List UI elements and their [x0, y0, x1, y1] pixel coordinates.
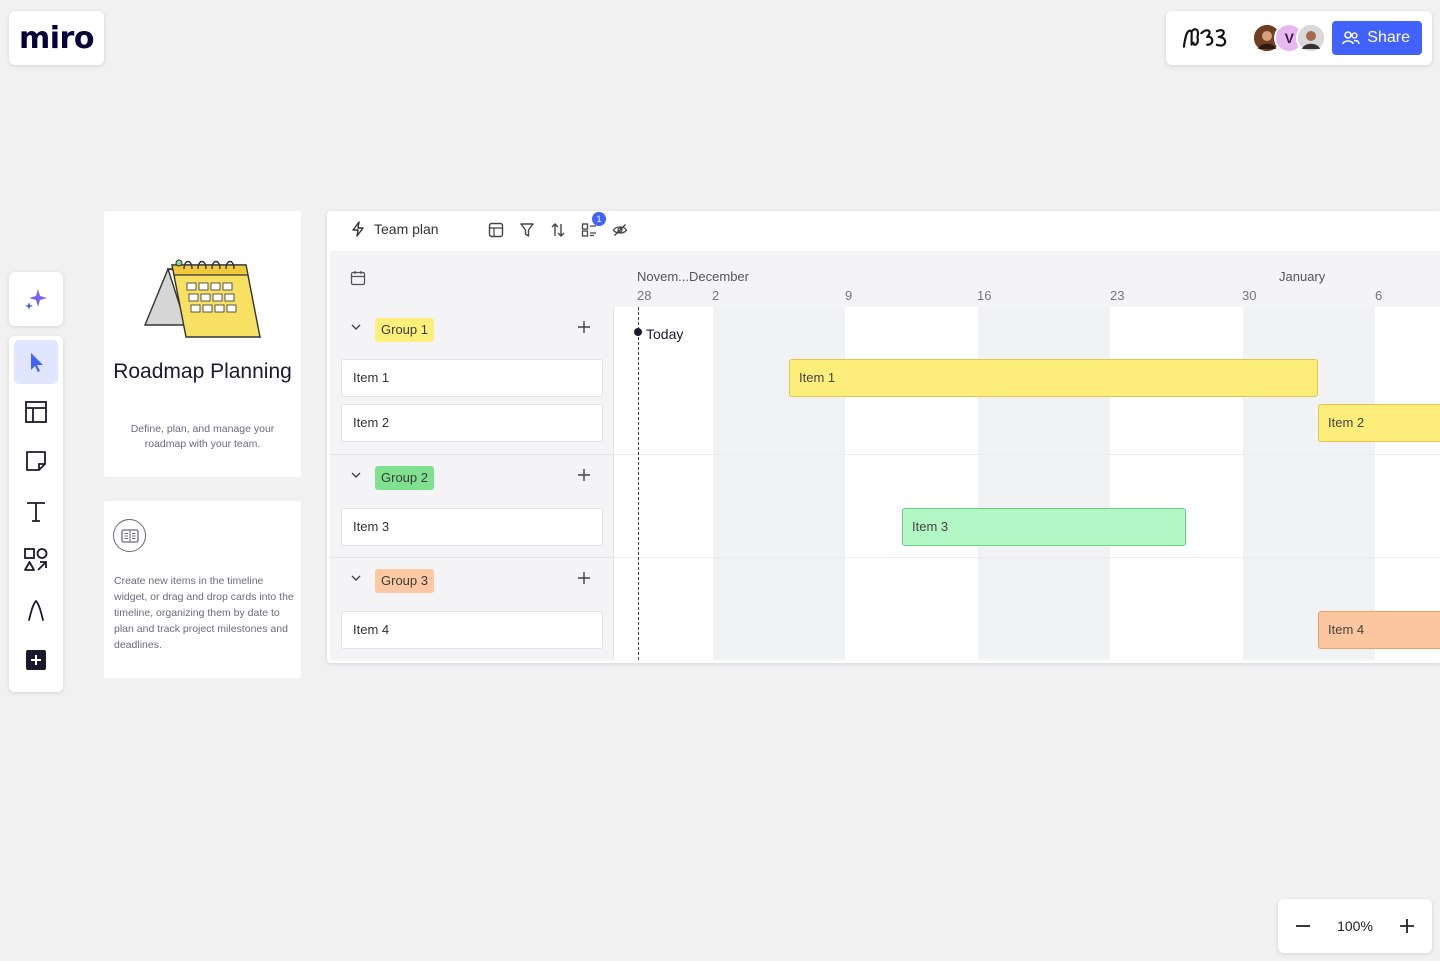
- timeline-grid[interactable]: Today Item 1 Item 2 Item 3 Item 4: [613, 307, 1440, 660]
- frame-icon: [25, 400, 47, 423]
- timeline-toolbar: Team plan 1: [327, 211, 1440, 251]
- group-header[interactable]: Group 1: [330, 307, 613, 351]
- month-label: Novem...December: [637, 269, 749, 284]
- roadmap-intro-card[interactable]: Roadmap Planning Define, plan, and manag…: [104, 211, 301, 477]
- filter-count-badge: 1: [592, 212, 606, 226]
- group-divider: [614, 454, 1440, 455]
- shapes-icon: [24, 548, 48, 572]
- zoom-out-icon[interactable]: [1294, 917, 1312, 935]
- frame-tool[interactable]: [14, 390, 58, 434]
- sticky-note-tool[interactable]: [14, 439, 58, 483]
- today-dot: [634, 328, 642, 336]
- group-divider: [614, 557, 1440, 558]
- share-label: Share: [1367, 29, 1410, 46]
- calendar-illustration-icon: [143, 259, 262, 338]
- text-icon: [27, 501, 45, 522]
- group-header[interactable]: Group 3: [330, 558, 613, 602]
- list-item[interactable]: Item 1: [341, 359, 603, 397]
- table-settings-icon: [488, 222, 504, 238]
- group-list: Group 1 Item 1 Item 2 Group 2 Item 3 Gro…: [330, 307, 613, 660]
- timeline-widget[interactable]: Team plan 1 Novem...December January 28 …: [327, 211, 1440, 663]
- lightning-icon: [352, 221, 364, 237]
- board-signature-icon[interactable]: [1180, 23, 1234, 53]
- users-icon: [1342, 31, 1360, 45]
- share-button[interactable]: Share: [1332, 21, 1422, 55]
- add-icon[interactable]: [577, 571, 591, 585]
- more-tools-button[interactable]: [14, 638, 58, 682]
- avatar-group[interactable]: V: [1252, 23, 1327, 53]
- hide-button[interactable]: [611, 221, 629, 239]
- help-description: Create new items in the timeline widget,…: [114, 575, 294, 651]
- zoom-level[interactable]: 100%: [1337, 918, 1373, 934]
- select-tool[interactable]: [14, 340, 58, 384]
- shapes-tool[interactable]: [14, 538, 58, 582]
- list-item[interactable]: Item 4: [341, 611, 603, 649]
- user-avatar-3[interactable]: [1296, 23, 1327, 53]
- creation-toolbar: [9, 336, 63, 692]
- day-label: 9: [845, 288, 853, 303]
- filter-button[interactable]: [518, 221, 536, 239]
- add-icon: [26, 649, 46, 670]
- sparkle-icon: [25, 289, 47, 310]
- group-tag[interactable]: Group 3: [375, 569, 434, 593]
- cursor-icon: [31, 353, 43, 372]
- day-label: 16: [977, 288, 992, 303]
- sort-icon: [551, 223, 565, 237]
- timeline-bar[interactable]: Item 2: [1318, 404, 1440, 442]
- chevron-down-icon[interactable]: [350, 469, 362, 481]
- timeline-body: Novem...December January 28 2 9 16 23 30…: [330, 251, 1440, 660]
- ai-assistant-button[interactable]: [9, 272, 63, 326]
- collaboration-bar: V Share: [1166, 11, 1432, 65]
- list-item[interactable]: Item 3: [341, 508, 603, 546]
- month-label: January: [1279, 269, 1326, 284]
- intro-title: Roadmap Planning: [113, 360, 292, 383]
- group-tag[interactable]: Group 2: [375, 466, 434, 490]
- chevron-down-icon[interactable]: [350, 321, 362, 333]
- add-icon[interactable]: [577, 468, 591, 482]
- sort-button[interactable]: [549, 221, 567, 239]
- pen-icon: [28, 599, 44, 621]
- day-label: 28: [637, 288, 652, 303]
- logo-text: miro: [19, 20, 94, 56]
- calendar-icon[interactable]: [350, 270, 366, 286]
- filter-icon: [520, 223, 534, 237]
- add-icon[interactable]: [577, 320, 591, 334]
- zoom-in-icon[interactable]: [1398, 917, 1416, 935]
- list-item[interactable]: Item 2: [341, 404, 603, 442]
- day-label: 23: [1110, 288, 1125, 303]
- day-label: 30: [1242, 288, 1257, 303]
- sticky-note-icon: [26, 451, 46, 472]
- timeline-settings-button[interactable]: [487, 221, 505, 239]
- group-by-button[interactable]: 1: [580, 212, 606, 239]
- today-label: Today: [646, 326, 684, 342]
- day-label: 2: [712, 288, 720, 303]
- timeline-bar[interactable]: Item 4: [1318, 611, 1440, 649]
- timeline-bar[interactable]: Item 1: [789, 359, 1318, 397]
- pen-tool[interactable]: [14, 588, 58, 632]
- miro-logo[interactable]: miro: [9, 11, 104, 65]
- zoom-control: 100%: [1278, 899, 1432, 953]
- timeline-bar[interactable]: Item 3: [902, 508, 1186, 546]
- group-header[interactable]: Group 2: [330, 455, 613, 499]
- intro-description: Define, plan, and manage your roadmap wi…: [130, 423, 275, 450]
- eye-off-icon: [612, 224, 628, 236]
- help-card[interactable]: Create new items in the timeline widget,…: [104, 501, 301, 678]
- text-tool[interactable]: [14, 489, 58, 533]
- chevron-down-icon[interactable]: [350, 572, 362, 584]
- group-tag[interactable]: Group 1: [375, 318, 434, 342]
- timeline-name-label: Team plan: [374, 221, 439, 237]
- book-icon: [113, 519, 146, 552]
- timeline-name[interactable]: Team plan: [351, 221, 439, 237]
- day-label: 6: [1375, 288, 1383, 303]
- today-marker: [638, 307, 639, 660]
